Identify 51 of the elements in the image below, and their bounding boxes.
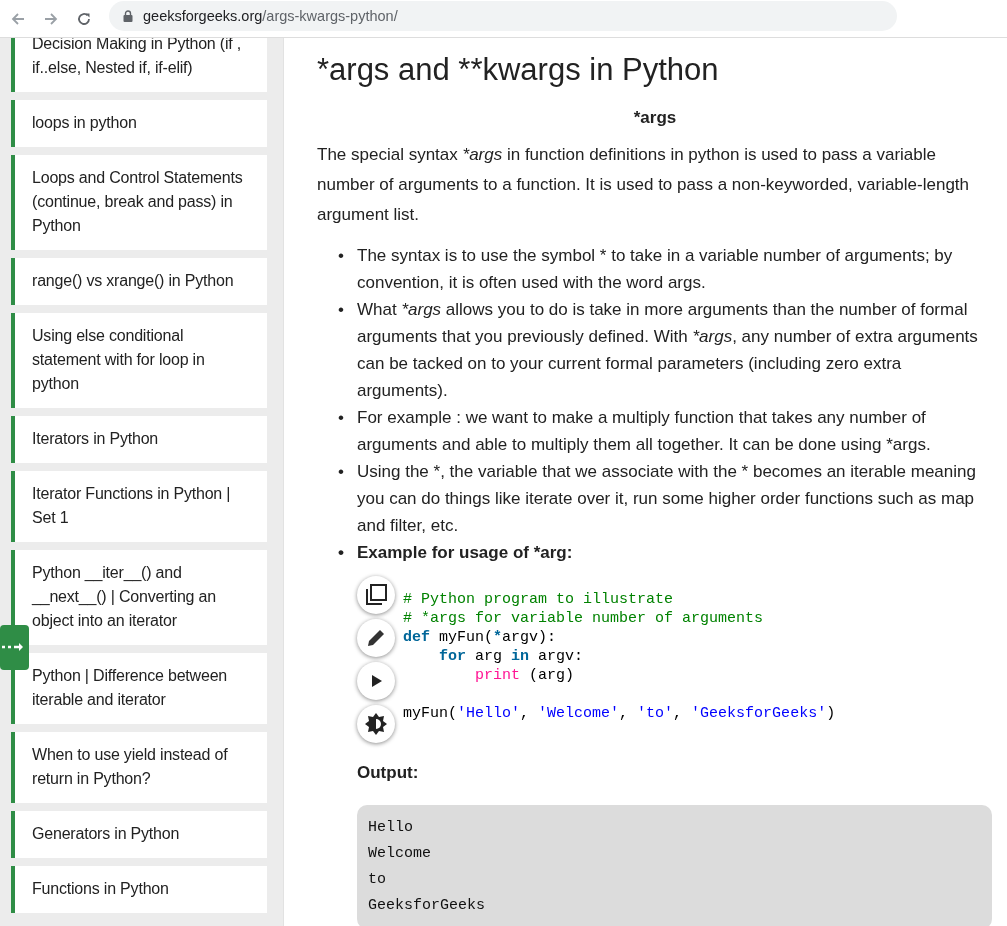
edit-button[interactable] [357, 619, 395, 657]
example-heading: Example for usage of *arg: [357, 542, 574, 564]
code-line: # Python program to illustrate [403, 591, 674, 608]
output-line: GeeksforGeeks [368, 897, 486, 914]
url-text: geeksforgeeks.org/args-kwargs-python/ [143, 7, 398, 24]
intro-paragraph: The special syntax *args in function definitions in python is used to pass a variable number of arguments to a function. It is used to pass a non-keyworded, variable-length argument list. [317, 144, 971, 226]
output-line: Welcome [368, 845, 431, 862]
code-line: for arg in argv: [438, 648, 584, 665]
half-sun-icon [365, 713, 387, 735]
bullet-text: What *args allows you to do is take in more arguments than the number of formal arguments that you previously defined. With *args, any number of extra arguments can be tacked on to your current formal parameters (including zero extra arguments). [357, 299, 979, 402]
reload-icon[interactable] [76, 10, 92, 27]
sidebar-item[interactable]: loops in python [11, 100, 267, 147]
bullet-marker: • [338, 542, 345, 564]
code-line: # *args for variable number of arguments [403, 610, 764, 627]
play-icon [369, 674, 383, 688]
lock-icon [123, 9, 133, 22]
output-heading: Output: [357, 763, 420, 783]
section-heading: *args [632, 108, 678, 128]
bullet-marker: • [338, 461, 345, 483]
output-line: Hello [368, 819, 413, 836]
sidebar-item[interactable]: range() vs xrange() in Python [11, 258, 267, 305]
article-title: *args and **kwargs in Python [317, 51, 720, 89]
code-line: print (arg) [474, 667, 575, 684]
theme-button[interactable] [357, 705, 395, 743]
code-line: myFun('Hello', 'Welcome', 'to', 'GeeksforGeeks') [403, 705, 836, 722]
output-line: to [368, 871, 386, 888]
bullet-text: The syntax is to use the symbol * to take in a variable number of arguments; by convention, it is often used with the word args. [357, 245, 954, 294]
arrow-tab-icon[interactable] [0, 625, 29, 670]
sidebar-item[interactable]: Generators in Python [11, 811, 267, 858]
sidebar-item[interactable]: Loops and Control Statements (continue, break and pass) in Python [11, 155, 267, 250]
address-bar[interactable]: geeksforgeeks.org/args-kwargs-python/ [109, 0, 897, 31]
bullet-marker: • [338, 407, 345, 429]
copy-icon [365, 584, 387, 606]
sidebar-item[interactable]: Decision Making in Python (if , if..else, Nested if, if-elif) [11, 38, 267, 92]
sidebar-item[interactable]: Using else conditional statement with for loop in python [11, 313, 267, 408]
sidebar-item[interactable]: Functions in Python [11, 866, 267, 913]
sidebar-item[interactable]: Iterator Functions in Python | Set 1 [11, 471, 267, 542]
bullet-text: For example : we want to make a multiply function that takes any number of arguments and able to multiply them all together. It can be done using *args. [357, 407, 932, 456]
run-button[interactable] [357, 662, 395, 700]
pencil-icon [366, 628, 386, 648]
sidebar-item[interactable]: Iterators in Python [11, 416, 267, 463]
forward-icon[interactable] [43, 10, 59, 27]
sidebar-item[interactable]: Python | Difference between iterable and iterator [11, 653, 267, 724]
back-icon[interactable] [10, 10, 26, 27]
copy-button[interactable] [357, 576, 395, 614]
code-line: def myFun(*argv): [403, 629, 557, 646]
sidebar-item[interactable]: Python __iter__() and __next__() | Converting an object into an iterator [11, 550, 267, 645]
bullet-text: Using the *, the variable that we associate with the * becomes an iterable meaning you can do things like iterate over it, run some higher order functions such as map and filter, etc. [357, 461, 977, 537]
bullet-marker: • [338, 299, 345, 321]
bullet-marker: • [338, 245, 345, 267]
sidebar-item[interactable]: When to use yield instead of return in Python? [11, 732, 267, 803]
